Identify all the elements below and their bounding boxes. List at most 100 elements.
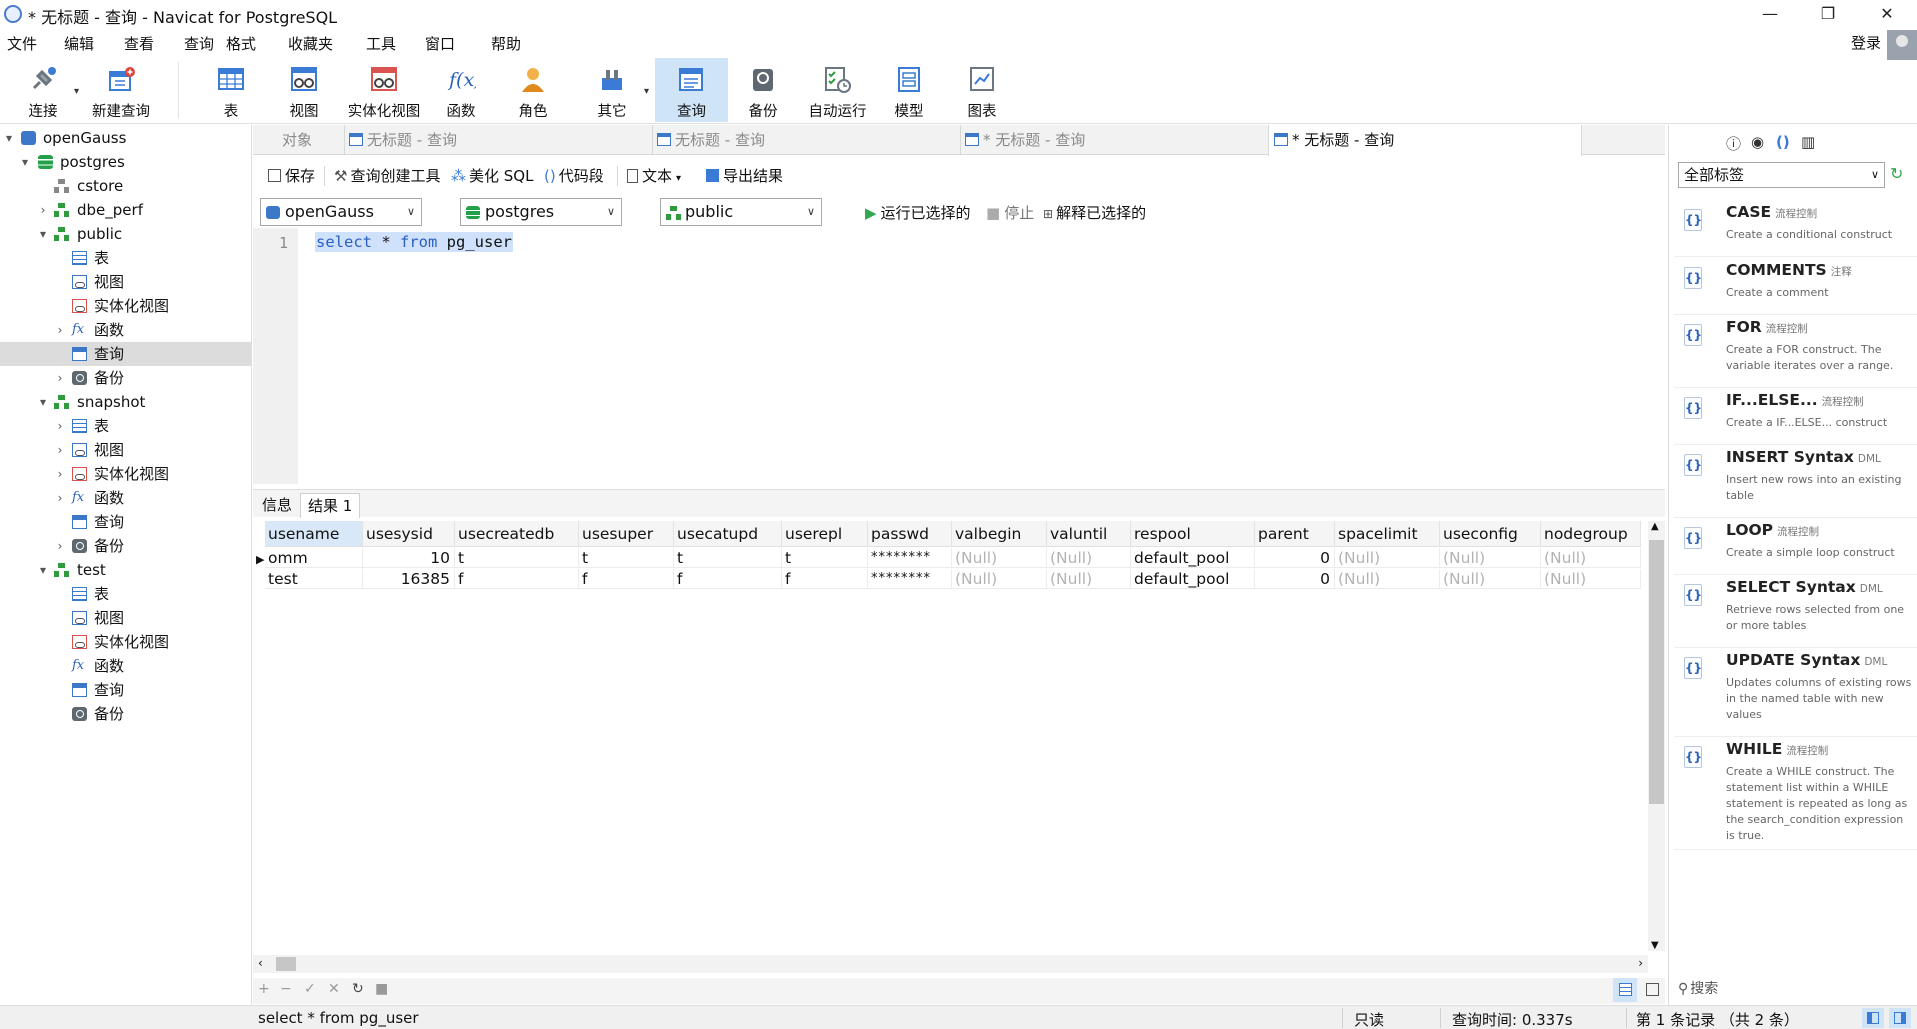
refresh-button[interactable]: ↻ [352, 981, 364, 997]
column-header[interactable]: valbegin [952, 521, 1047, 547]
run-selected-button[interactable]: ▶ 运行已选择的 [865, 202, 971, 223]
menu-window[interactable]: 窗口 [425, 33, 455, 54]
table-cell[interactable]: omm [265, 548, 363, 568]
beautify-sql-button[interactable]: ⁂ 美化 SQL [451, 165, 533, 186]
tab-objects[interactable]: 对象 [282, 125, 312, 155]
tree-node-test-functions[interactable]: fx 函数 [0, 654, 251, 678]
apply-changes-button[interactable]: ✓ [304, 981, 316, 997]
column-header[interactable]: valuntil [1047, 521, 1131, 547]
tree-node-postgres[interactable]: ▾ postgres [0, 150, 251, 174]
snippet-case[interactable]: {} CASE 流程控制 Create a conditional constru… [1674, 203, 1917, 257]
tree-node-public-queries[interactable]: 查询 [0, 342, 251, 366]
snippet-select-syntax[interactable]: {} SELECT Syntax DML Retrieve rows select… [1674, 578, 1917, 648]
tree-node-public[interactable]: ▾ public [0, 222, 251, 246]
tree-node-test-queries[interactable]: 查询 [0, 678, 251, 702]
expand-chevron-icon[interactable]: › [53, 486, 67, 510]
column-header[interactable]: usecatupd [674, 521, 782, 547]
info-icon[interactable]: ⓘ [1726, 133, 1741, 154]
table-cell[interactable]: (Null) [1335, 568, 1440, 589]
tree-node-snapshot-tables[interactable]: › 表 [0, 414, 251, 438]
column-header[interactable]: usename [265, 521, 363, 547]
collapse-chevron-icon[interactable]: ▾ [2, 126, 16, 150]
collapse-chevron-icon[interactable]: ▾ [18, 150, 32, 174]
chevron-down-icon[interactable]: ▾ [74, 86, 79, 97]
table-cell[interactable]: t [674, 548, 782, 568]
horizontal-scroll-thumb[interactable] [276, 957, 296, 971]
table-cell[interactable]: f [674, 568, 782, 589]
collapse-chevron-icon[interactable]: ▾ [36, 222, 50, 246]
expand-chevron-icon[interactable]: › [53, 534, 67, 558]
tab-query-1[interactable]: 无标题 - 查询 [344, 125, 650, 155]
code-snippet-button[interactable]: () 代码段 [544, 165, 604, 186]
snippet-for[interactable]: {} FOR 流程控制 Create a FOR construct. The v… [1674, 318, 1917, 388]
chart-button[interactable]: 图表 [957, 58, 1007, 122]
tree-node-snapshot-backups[interactable]: › 备份 [0, 534, 251, 558]
table-cell[interactable]: t [579, 548, 674, 568]
tab-query-4[interactable]: * 无标题 - 查询 [1268, 125, 1582, 156]
tree-node-test-mviews[interactable]: 实体化视图 [0, 630, 251, 654]
close-button[interactable]: ✕ [1859, 0, 1915, 28]
table-cell[interactable]: test [265, 568, 363, 589]
scroll-down-icon[interactable]: ▼ [1651, 940, 1659, 951]
tree-node-public-functions[interactable]: › fx 函数 [0, 318, 251, 342]
column-header[interactable]: nodegroup [1541, 521, 1641, 547]
chevron-down-icon[interactable]: ▾ [644, 86, 649, 97]
table-cell[interactable]: (Null) [1541, 548, 1641, 568]
table-cell[interactable]: f [455, 568, 579, 589]
scroll-up-icon[interactable]: ▲ [1651, 521, 1659, 532]
refresh-snippets-icon[interactable]: ↻ [1890, 164, 1903, 183]
snippet-update-syntax[interactable]: {} UPDATE Syntax DML Updates columns of e… [1674, 651, 1917, 737]
tree-node-public-backups[interactable]: › 备份 [0, 366, 251, 390]
snippet-search[interactable]: ⚲ 搜索 [1678, 978, 1917, 1002]
table-cell[interactable]: default_pool [1131, 548, 1255, 568]
tree-node-snapshot-functions[interactable]: › fx 函数 [0, 486, 251, 510]
backup-button[interactable]: 备份 [738, 58, 788, 122]
table-cell[interactable]: (Null) [952, 548, 1047, 568]
tag-filter-select[interactable]: 全部标签 ∨ [1678, 162, 1885, 188]
tree-node-test[interactable]: ▾ test [0, 558, 251, 582]
tree-node-test-views[interactable]: 视图 [0, 606, 251, 630]
table-cell[interactable]: t [782, 548, 868, 568]
expand-chevron-icon[interactable]: › [53, 366, 67, 390]
table-cell[interactable]: 16385 [363, 568, 455, 589]
result-grid[interactable]: usename usesysid usecreatedb usesuper usecat… [265, 521, 1645, 951]
column-header[interactable]: usesysid [363, 521, 455, 547]
menu-favorites[interactable]: 收藏夹 [288, 33, 333, 54]
table-cell[interactable]: (Null) [952, 568, 1047, 589]
role-button[interactable]: 角色 [508, 58, 558, 122]
tree-node-snapshot-views[interactable]: › 视图 [0, 438, 251, 462]
collapse-chevron-icon[interactable]: ▾ [36, 390, 50, 414]
columns-icon[interactable]: ▥ [1801, 133, 1815, 151]
table-cell[interactable]: (Null) [1047, 548, 1131, 568]
tree-node-public-tables[interactable]: 表 [0, 246, 251, 270]
menu-view[interactable]: 查看 [124, 33, 154, 54]
menu-query[interactable]: 查询 [184, 33, 214, 54]
tree-node-test-backups[interactable]: 备份 [0, 702, 251, 726]
snippet-loop[interactable]: {} LOOP 流程控制 Create a simple loop constru… [1674, 521, 1917, 575]
menu-format[interactable]: 格式 [226, 33, 256, 54]
table-cell[interactable]: (Null) [1541, 568, 1641, 589]
tab-info[interactable]: 信息 [255, 493, 299, 518]
column-header[interactable]: passwd [868, 521, 952, 547]
connect-button[interactable]: 连接 [16, 58, 70, 122]
table-cell[interactable]: 10 [363, 548, 455, 568]
column-header[interactable]: spacelimit [1335, 521, 1440, 547]
snippet-insert-syntax[interactable]: {} INSERT Syntax DML Insert new rows into… [1674, 448, 1917, 518]
tree-node-dbe-perf[interactable]: › dbe_perf [0, 198, 251, 222]
tree-node-cstore[interactable]: cstore [0, 174, 251, 198]
table-cell[interactable]: 0 [1255, 568, 1335, 589]
export-results-button[interactable]: 导出结果 [706, 165, 783, 186]
delete-record-button[interactable]: − [280, 981, 292, 997]
avatar[interactable] [1887, 30, 1917, 60]
table-cell[interactable]: (Null) [1440, 568, 1541, 589]
table-cell[interactable]: (Null) [1440, 548, 1541, 568]
stop-loading-button[interactable]: ■ [375, 981, 388, 997]
column-header[interactable]: parent [1255, 521, 1335, 547]
table-cell[interactable]: f [579, 568, 674, 589]
maximize-button[interactable]: ❐ [1800, 0, 1856, 28]
expand-chevron-icon[interactable]: › [53, 414, 67, 438]
view-button[interactable]: 视图 [278, 58, 330, 122]
column-header[interactable]: respool [1131, 521, 1255, 547]
model-button[interactable]: 模型 [884, 58, 934, 122]
connection-select[interactable]: openGauss ∨ [260, 198, 422, 226]
